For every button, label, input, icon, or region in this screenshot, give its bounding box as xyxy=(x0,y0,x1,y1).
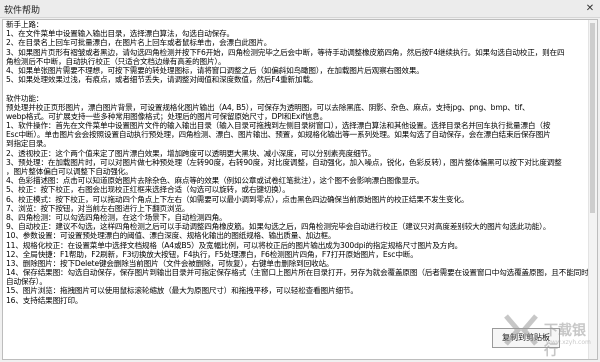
help-line: webp格式。可扩展支持一些多种常用图像格式；处理后的图片可保留原始尺寸，DPI… xyxy=(6,111,328,121)
help-line: 13、删除图片：按下Delete键会删除当前图片（文件会被删除，可恢复），右键单… xyxy=(6,258,334,268)
title-bar: 软件帮助 ✕ xyxy=(0,0,600,18)
help-line: 2、透视校正：这个两个值来定了图片漂白效果，增加跨度可以透明更大黑块、减小深度，… xyxy=(6,148,376,158)
help-text-content: 新手上路： 1、在文件菜单中设置输入输出目录，选择漂白算法，勾选自动保存。 2、… xyxy=(6,20,589,359)
watermark-logo: 下载银行 www.xzyh.com xyxy=(502,312,594,359)
help-line: 新手上路： xyxy=(6,20,44,29)
window-title: 软件帮助 xyxy=(4,6,41,16)
help-line: 到指定目录。 xyxy=(6,139,51,149)
help-line xyxy=(6,84,589,93)
help-line: 10、参数设置：可设置预处理漂白的阈值、漂白深度、规格化输出的图纸规格、输出质量… xyxy=(6,231,336,241)
help-text-panel[interactable]: 新手上路： 1、在文件菜单中设置输入输出目录，选择漂白算法，勾选自动保存。 2、… xyxy=(2,19,598,360)
scrollbar-thumb[interactable] xyxy=(590,23,595,213)
help-line: 预处理并校正页形图片，漂白图片背景，可设置规格化图片输出（A4, B5），可保存… xyxy=(6,102,530,112)
help-line: 11、规格化校正：在设置菜单中选择文档规格（A4或B5）及宽幅比例，可以将校正后… xyxy=(6,240,463,250)
help-line: 15、图片浏览：拖拽图片可以使用鼠标滚轮缩放（最大为原图尺寸）和拖拽平移，可以轻… xyxy=(6,286,358,296)
help-line: 角检测后不中断，自动执行校正（只适合文档边缘有高差的图片）。 xyxy=(6,56,226,66)
help-line: 6、校正模式：按下校正，可以拖动四个角点上下左右（如需要可以最小调到零点），点击… xyxy=(6,194,469,204)
help-line: Esc中断）。单击图片会会按照设置自动执行预处理，四角检测、漂白、图片输出、预置… xyxy=(6,130,551,140)
help-line: 软件功能： xyxy=(6,93,44,103)
help-line: 5、校正：按下校正，右图会出现校正红框来选择合适（勾选可以旋转，或右键切换）。 xyxy=(6,185,290,195)
help-line: 2、在目录名上回车可批量漂白，在图片名上回车或者鼠标单击，会漂白此图片。 xyxy=(6,38,272,48)
help-line: 4、如果单张图片需要不理想，可按下需要的转处理图标，请将窗口调整之后（如偏斜如鸟… xyxy=(6,65,424,75)
help-line: 9、自动校正：建议不勾选，这样四角检测之后可以手动调整四角橡皮筋。如果勾选之后，… xyxy=(6,222,551,232)
help-line: 1、软件操作：首先在文件菜单中设置图片文件的输入输出目录（输入目录可拖拽到左侧目… xyxy=(6,121,551,131)
help-line: 3、如果图片页形有褶皱或者黑边，请勾选四角检测并按下F6开始，四角检测完毕之后会… xyxy=(6,47,565,57)
close-icon[interactable]: ✕ xyxy=(583,2,597,15)
vertical-scrollbar[interactable] xyxy=(588,20,597,359)
help-line: 3、预处理：在加载图片时，可以对图片做七种预处理（左转90度，右转90度，对比度… xyxy=(6,157,562,167)
help-line: 7、浏览：按下按钮，对当前左右图进行上下翻页浏览。 xyxy=(6,203,190,213)
help-line: 8、四角检测：可以勾选四角检测，在这个场景下，自动检测四角。 xyxy=(6,212,227,222)
help-line: 5、如果处理效果过浅，有痕点，或者细节丢失，请调整对阈值和深度数值，然后F4重新… xyxy=(6,75,318,85)
help-line: ，图片整体偏白可以调整下自动强化。 xyxy=(6,167,133,176)
watermark-x-icon xyxy=(504,314,538,346)
help-line: 自动保存）。 xyxy=(6,277,47,287)
watermark-url: www.xzyh.com xyxy=(546,339,591,346)
help-line: 16、支持结果图打印。 xyxy=(6,295,83,305)
help-line: 1、在文件菜单中设置输入输出目录，选择漂白算法，勾选自动保存。 xyxy=(6,29,234,39)
help-line: 12、全局快捷：F1帮助，F2刷新，F3切换放大按钮，F4执行，F5处理漂白，F… xyxy=(6,249,418,259)
help-line: 14、保存结果图：勾选自动保存，保存图片到输出目录并可指定保存格式（主窗口上图片… xyxy=(6,268,589,278)
help-line: 4、色彩描述图：点击可以知道原始图片去除杂色、麻点等的效果（例如公章或试卷红笔批… xyxy=(6,176,424,186)
